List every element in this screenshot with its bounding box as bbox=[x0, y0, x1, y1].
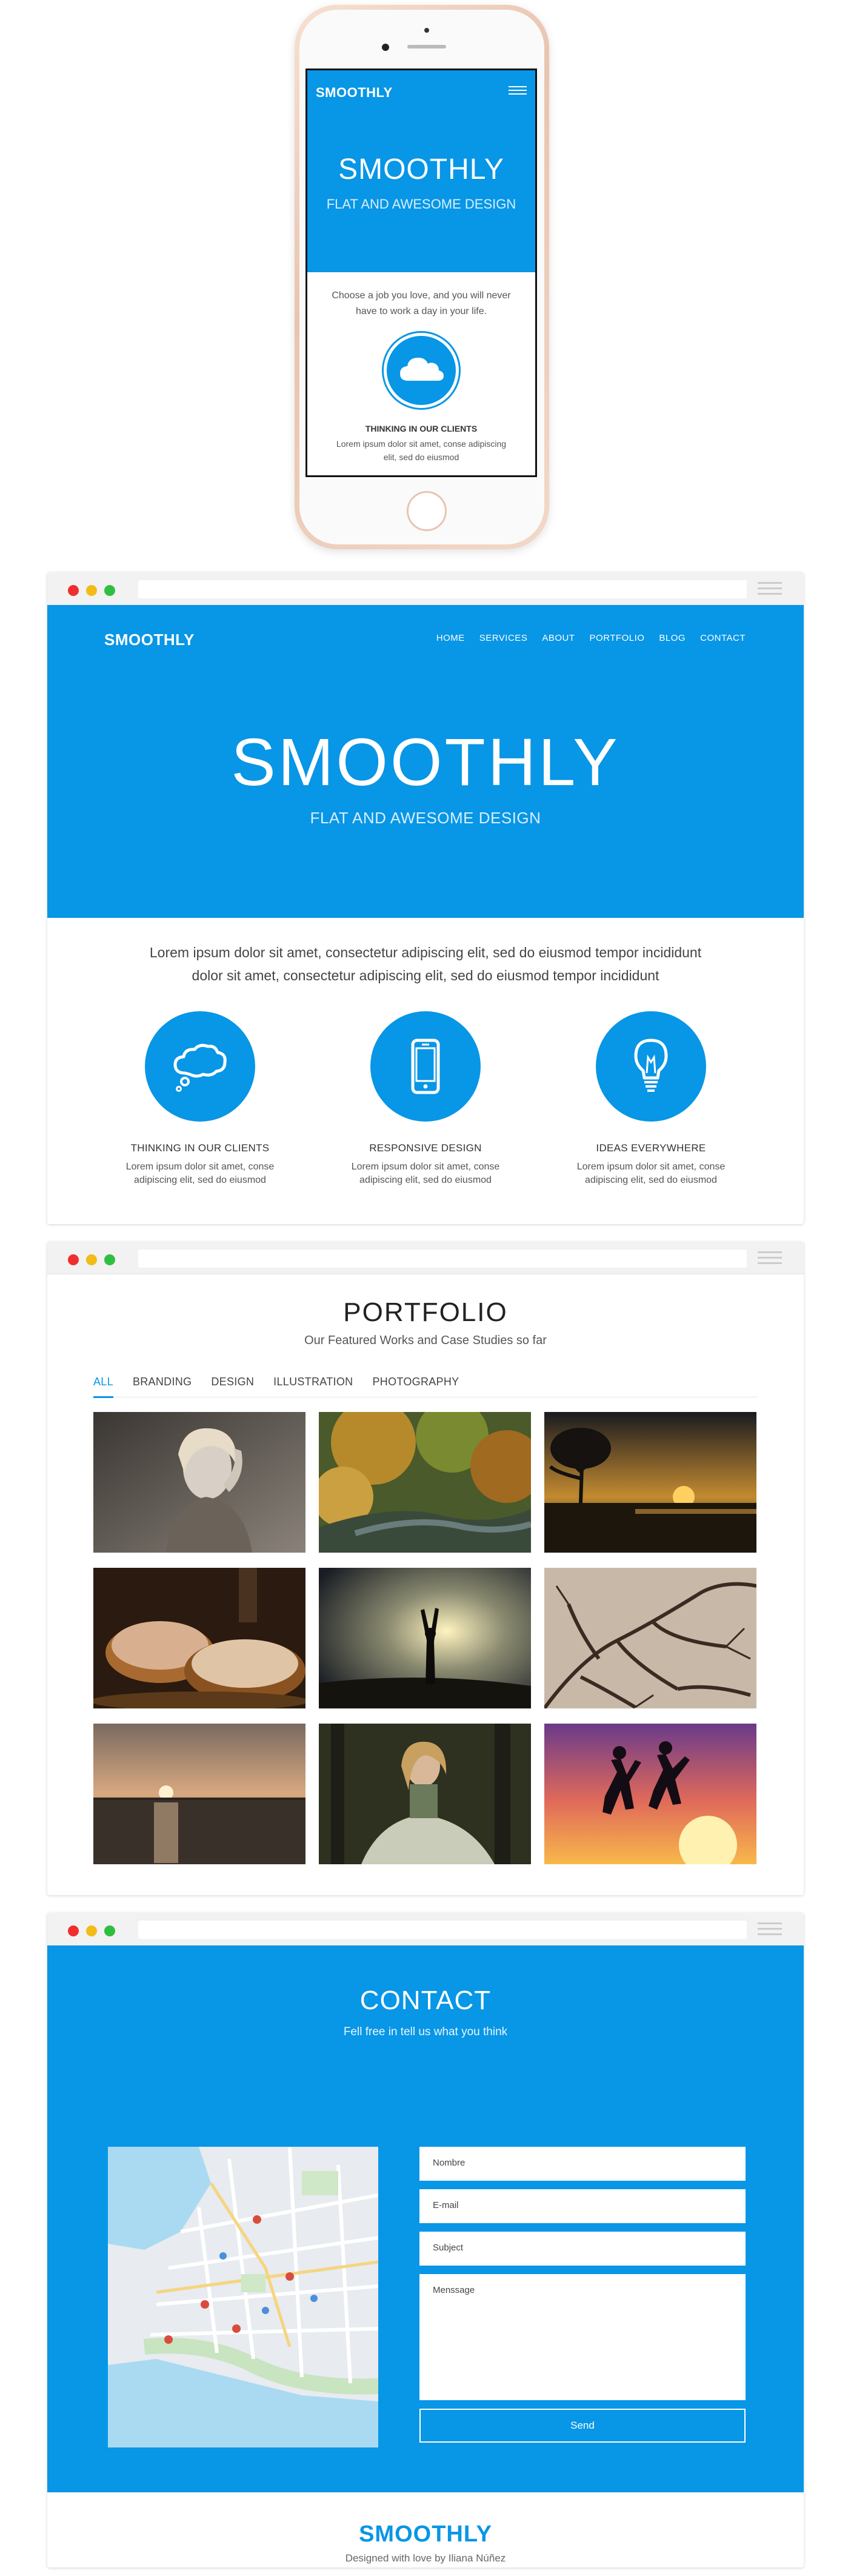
filter-all[interactable]: ALL bbox=[93, 1376, 113, 1398]
pastries-photo[interactable] bbox=[93, 1568, 305, 1708]
feature-title: RESPONSIVE DESIGN bbox=[369, 1142, 482, 1154]
intro-line: dolor sit amet, consectetur adipiscing e… bbox=[192, 968, 659, 983]
minimize-window-button[interactable] bbox=[86, 585, 97, 596]
close-window-button[interactable] bbox=[68, 585, 79, 596]
woman-portrait-photo[interactable] bbox=[93, 1412, 305, 1553]
nav-portfolio[interactable]: PORTFOLIO bbox=[590, 633, 645, 643]
mobile-subtitle: FLAT AND AWESOME DESIGN bbox=[326, 196, 516, 212]
contact-section: CONTACT Fell free in tell us what you th… bbox=[47, 1945, 804, 2492]
sunset-tree-photo[interactable] bbox=[544, 1412, 756, 1553]
mobile-title: SMOOTHLY bbox=[338, 153, 504, 186]
sky-silhouette-photo[interactable] bbox=[319, 1568, 531, 1708]
phone-sensor bbox=[424, 28, 429, 33]
browser-window-home: SMOOTHLY HOME SERVICES ABOUT PORTFOLIO B… bbox=[47, 572, 804, 1224]
contact-form: Nombre E-mail Subject Menssage Send bbox=[419, 2147, 746, 2443]
nav-about[interactable]: ABOUT bbox=[542, 633, 575, 643]
mobile-feature-text: Lorem ipsum dolor sit amet, conse adipis… bbox=[336, 439, 507, 462]
message-field[interactable]: Menssage bbox=[419, 2274, 746, 2400]
sea-sunset-photo[interactable] bbox=[93, 1724, 305, 1864]
phone-home-button[interactable] bbox=[407, 491, 447, 531]
nav-contact[interactable]: CONTACT bbox=[700, 633, 746, 643]
feature-item: IDEAS EVERYWHERE Lorem ipsum dolor sit a… bbox=[538, 1011, 764, 1187]
features-row: THINKING IN OUR CLIENTS Lorem ipsum dolo… bbox=[47, 1011, 804, 1187]
feature-item: THINKING IN OUR CLIENTS Lorem ipsum dolo… bbox=[87, 1011, 313, 1187]
feature-item: RESPONSIVE DESIGN Lorem ipsum dolor sit … bbox=[313, 1011, 538, 1187]
footer-brand: SMOOTHLY bbox=[359, 2521, 492, 2547]
nav-services[interactable]: SERVICES bbox=[479, 633, 528, 643]
hamburger-menu-icon[interactable] bbox=[509, 86, 527, 95]
filter-design[interactable]: DESIGN bbox=[211, 1376, 254, 1392]
maximize-window-button[interactable] bbox=[104, 585, 115, 596]
main-nav: HOME SERVICES ABOUT PORTFOLIO BLOG CONTA… bbox=[436, 633, 746, 643]
portfolio-grid bbox=[93, 1412, 804, 1864]
browser-toolbar bbox=[47, 1913, 804, 1945]
nav-blog[interactable]: BLOG bbox=[659, 633, 686, 643]
smartphone-icon bbox=[370, 1011, 481, 1122]
feature-title: IDEAS EVERYWHERE bbox=[596, 1142, 706, 1154]
intro-line: Lorem ipsum dolor sit amet, consectetur … bbox=[149, 945, 702, 960]
speech-bubble-icon bbox=[145, 1011, 255, 1122]
footer-credit: Designed with love by Iliana Núñez bbox=[345, 2552, 506, 2564]
contact-title: CONTACT bbox=[359, 1986, 492, 2015]
bare-branches-photo[interactable] bbox=[544, 1568, 756, 1708]
email-field[interactable]: E-mail bbox=[419, 2189, 746, 2223]
address-bar[interactable] bbox=[138, 1250, 747, 1268]
phone-camera bbox=[382, 44, 389, 51]
portfolio-filters: ALL BRANDING DESIGN ILLUSTRATION PHOTOGR… bbox=[93, 1376, 758, 1398]
mobile-quote: Choose a job you love, and you will neve… bbox=[332, 290, 511, 316]
nav-home[interactable]: HOME bbox=[436, 633, 465, 643]
autumn-stream-photo[interactable] bbox=[319, 1412, 531, 1553]
close-window-button[interactable] bbox=[68, 1925, 79, 1936]
woman-in-dress-photo[interactable] bbox=[319, 1724, 531, 1864]
browser-window-contact: CONTACT Fell free in tell us what you th… bbox=[47, 1913, 804, 2568]
contact-subtitle: Fell free in tell us what you think bbox=[343, 2026, 508, 2038]
minimize-window-button[interactable] bbox=[86, 1254, 97, 1265]
browser-window-portfolio: PORTFOLIO Our Featured Works and Case St… bbox=[47, 1242, 804, 1895]
phone-speaker bbox=[407, 45, 446, 49]
mobile-hero: SMOOTHLY SMOOTHLY FLAT AND AWESOME DESIG… bbox=[307, 70, 535, 272]
filter-illustration[interactable]: ILLUSTRATION bbox=[273, 1376, 353, 1392]
location-map[interactable] bbox=[108, 2147, 378, 2447]
browser-toolbar bbox=[47, 572, 804, 605]
mobile-feature-title: THINKING IN OUR CLIENTS bbox=[365, 424, 478, 433]
filter-branding[interactable]: BRANDING bbox=[133, 1376, 192, 1392]
browser-menu-icon[interactable] bbox=[758, 582, 782, 595]
mobile-screen: SMOOTHLY SMOOTHLY FLAT AND AWESOME DESIG… bbox=[305, 69, 537, 477]
feature-title: THINKING IN OUR CLIENTS bbox=[130, 1142, 270, 1154]
feature-text: Lorem ipsum dolor sit amet, conse adipis… bbox=[351, 1162, 500, 1185]
name-field[interactable]: Nombre bbox=[419, 2147, 746, 2181]
lightbulb-icon bbox=[596, 1011, 706, 1122]
close-window-button[interactable] bbox=[68, 1254, 79, 1265]
minimize-window-button[interactable] bbox=[86, 1925, 97, 1936]
filter-photography[interactable]: PHOTOGRAPHY bbox=[372, 1376, 459, 1392]
feature-text: Lorem ipsum dolor sit amet, conse adipis… bbox=[576, 1162, 726, 1185]
cloud-icon bbox=[384, 333, 459, 408]
intro-text: Lorem ipsum dolor sit amet, consectetur … bbox=[47, 918, 804, 987]
browser-menu-icon[interactable] bbox=[758, 1922, 782, 1936]
hero-section: SMOOTHLY HOME SERVICES ABOUT PORTFOLIO B… bbox=[47, 605, 804, 918]
hero-subtitle: FLAT AND AWESOME DESIGN bbox=[310, 809, 541, 827]
subject-field[interactable]: Subject bbox=[419, 2232, 746, 2266]
maximize-window-button[interactable] bbox=[104, 1925, 115, 1936]
feature-text: Lorem ipsum dolor sit amet, conse adipis… bbox=[125, 1162, 275, 1185]
portfolio-subtitle: Our Featured Works and Case Studies so f… bbox=[304, 1334, 547, 1347]
browser-toolbar bbox=[47, 1242, 804, 1274]
address-bar[interactable] bbox=[138, 1921, 747, 1939]
mobile-brand[interactable]: SMOOTHLY bbox=[316, 85, 393, 101]
site-logo[interactable]: SMOOTHLY bbox=[104, 631, 195, 649]
portfolio-title: PORTFOLIO bbox=[343, 1297, 508, 1327]
browser-menu-icon[interactable] bbox=[758, 1251, 782, 1265]
maximize-window-button[interactable] bbox=[104, 1254, 115, 1265]
footer: SMOOTHLY Designed with love by Iliana Nú… bbox=[47, 2521, 804, 2564]
jumping-silhouettes-photo[interactable] bbox=[544, 1724, 756, 1864]
hero-title: SMOOTHLY bbox=[231, 725, 620, 800]
send-button[interactable]: Send bbox=[419, 2409, 746, 2443]
address-bar[interactable] bbox=[138, 580, 747, 598]
